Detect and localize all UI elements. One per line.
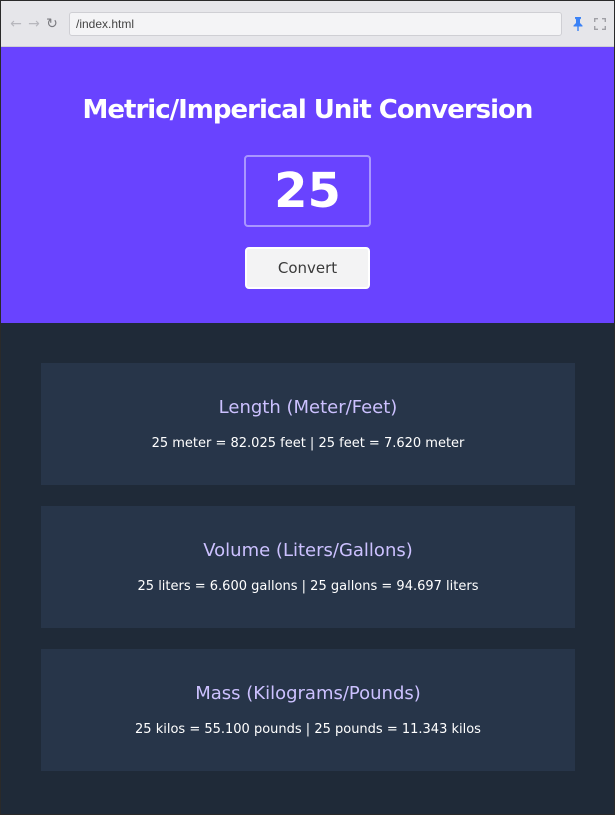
- card-result: 25 meter = 82.025 feet | 25 feet = 7.620…: [151, 436, 465, 451]
- results-section: Length (Meter/Feet) 25 meter = 82.025 fe…: [1, 323, 614, 771]
- volume-card: Volume (Liters/Gallons) 25 liters = 6.60…: [41, 506, 575, 628]
- number-input[interactable]: [244, 155, 371, 227]
- card-result: 25 kilos = 55.100 pounds | 25 pounds = 1…: [135, 722, 481, 737]
- arrow-left-icon[interactable]: ←: [9, 17, 23, 31]
- reload-icon[interactable]: ↻: [45, 17, 59, 31]
- mass-card: Mass (Kilograms/Pounds) 25 kilos = 55.10…: [41, 649, 575, 771]
- address-bar[interactable]: /index.html: [69, 11, 562, 36]
- browser-toolbar: ← → ↻ /index.html: [1, 1, 614, 47]
- convert-button[interactable]: Convert: [245, 247, 370, 289]
- pin-icon[interactable]: [572, 16, 584, 31]
- card-title: Length (Meter/Feet): [218, 397, 398, 418]
- length-card: Length (Meter/Feet) 25 meter = 82.025 fe…: [41, 363, 575, 485]
- card-title: Volume (Liters/Gallons): [203, 540, 413, 561]
- expand-icon[interactable]: [594, 17, 606, 30]
- arrow-right-icon[interactable]: →: [27, 17, 41, 31]
- url-text: /index.html: [76, 16, 135, 31]
- card-title: Mass (Kilograms/Pounds): [195, 683, 421, 704]
- hero-section: Metric/Imperical Unit Conversion Convert: [1, 47, 614, 323]
- page-title: Metric/Imperical Unit Conversion: [82, 95, 534, 125]
- browser-window: ← → ↻ /index.html Metric/Imperical Unit …: [0, 0, 615, 815]
- card-result: 25 liters = 6.600 gallons | 25 gallons =…: [137, 579, 479, 594]
